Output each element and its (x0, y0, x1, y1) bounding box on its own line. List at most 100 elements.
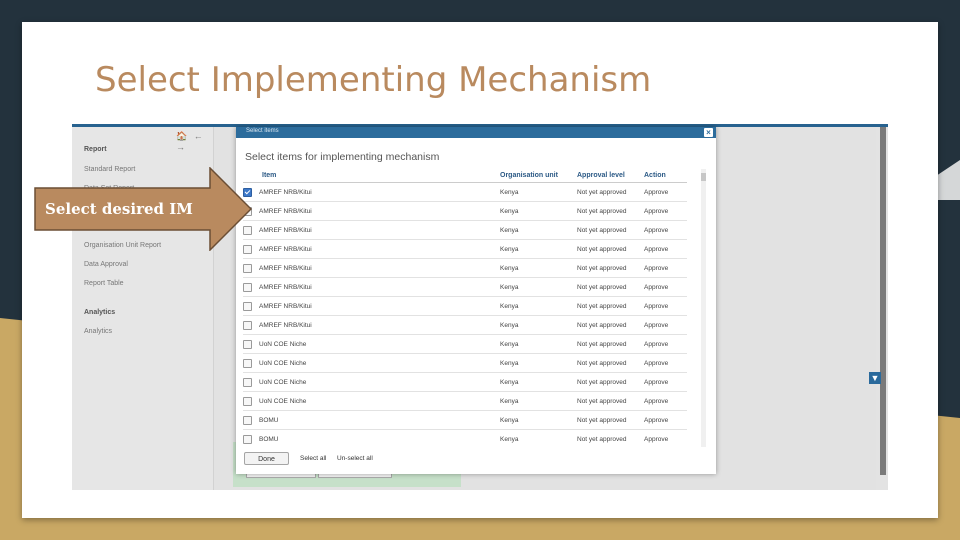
row-checkbox[interactable] (243, 282, 252, 292)
action-cell[interactable]: Approve (644, 353, 687, 373)
approval-level-cell: Not yet approved (577, 410, 644, 430)
table-row[interactable]: AMREF NRB/Kitui Kenya Not yet approved Appr… (243, 296, 687, 316)
action-cell[interactable]: Approve (644, 334, 687, 354)
row-checkbox[interactable] (243, 434, 252, 444)
table-row[interactable]: UoN COE Niche Kenya Not yet approved Approv… (243, 391, 687, 411)
action-cell[interactable]: Approve (644, 220, 687, 240)
action-cell[interactable]: Approve (644, 315, 687, 335)
dialog-heading: Select items for implementing mechanism (245, 151, 440, 163)
item-cell[interactable]: AMREF NRB/Kitui (243, 258, 500, 278)
done-button[interactable]: Done (244, 452, 289, 465)
nav-icons[interactable]: 🏠 ← → (176, 131, 213, 152)
row-checkbox[interactable] (243, 301, 252, 311)
item-cell[interactable]: UoN COE Niche (243, 334, 500, 354)
column-header-action: Action (644, 169, 687, 183)
action-cell[interactable]: Approve (644, 182, 687, 202)
sidebar-item-analytics[interactable]: Analytics (84, 328, 112, 335)
action-cell[interactable]: Approve (644, 277, 687, 297)
table-row[interactable]: AMREF NRB/Kitui Kenya Not yet approved Appr… (243, 220, 687, 240)
dialog-title: Select items (246, 128, 279, 134)
item-cell[interactable]: UoN COE Niche (243, 372, 500, 392)
approval-level-cell: Not yet approved (577, 429, 644, 447)
org-unit-cell: Kenya (500, 201, 577, 221)
unselect-all-link[interactable]: Un-select all (337, 455, 373, 462)
org-unit-cell: Kenya (500, 277, 577, 297)
dialog-titlebar: Select items × (236, 127, 716, 138)
approval-level-cell: Not yet approved (577, 182, 644, 202)
table-row[interactable]: AMREF NRB/Kitui Kenya Not yet approved Appr… (243, 315, 687, 335)
org-unit-cell: Kenya (500, 334, 577, 354)
table-row[interactable]: AMREF NRB/Kitui Kenya Not yet approved Appr… (243, 182, 687, 202)
action-cell[interactable]: Approve (644, 410, 687, 430)
item-name: UoN COE Niche (259, 340, 307, 348)
item-name: UoN COE Niche (259, 397, 307, 405)
item-cell[interactable]: UoN COE Niche (243, 353, 500, 373)
table-row[interactable]: UoN COE Niche Kenya Not yet approved Approv… (243, 372, 687, 392)
row-checkbox[interactable] (243, 263, 252, 273)
row-checkbox[interactable] (243, 320, 252, 330)
select-items-dialog: Select items × Select items for implemen… (236, 127, 716, 474)
approval-level-cell: Not yet approved (577, 372, 644, 392)
item-name: AMREF NRB/Kitui (259, 321, 312, 329)
approval-level-cell: Not yet approved (577, 239, 644, 259)
slide-title: Select Implementing Mechanism (95, 60, 652, 100)
approval-level-cell: Not yet approved (577, 296, 644, 316)
org-unit-cell: Kenya (500, 410, 577, 430)
table-row[interactable]: UoN COE Niche Kenya Not yet approved Approv… (243, 334, 687, 354)
table-row[interactable]: AMREF NRB/Kitui Kenya Not yet approved Appr… (243, 201, 687, 221)
action-cell[interactable]: Approve (644, 372, 687, 392)
column-header-org-unit: Organisation unit (500, 169, 577, 183)
org-unit-cell: Kenya (500, 429, 577, 447)
table-row[interactable]: UoN COE Niche Kenya Not yet approved Approv… (243, 353, 687, 373)
item-cell[interactable]: AMREF NRB/Kitui (243, 296, 500, 316)
item-cell[interactable]: AMREF NRB/Kitui (243, 277, 500, 297)
item-cell[interactable]: AMREF NRB/Kitui (243, 239, 500, 259)
table-row[interactable]: AMREF NRB/Kitui Kenya Not yet approved Appr… (243, 239, 687, 259)
table-row[interactable]: AMREF NRB/Kitui Kenya Not yet approved Appr… (243, 277, 687, 297)
sidebar-item-data-approval[interactable]: Data Approval (84, 261, 128, 268)
item-name: UoN COE Niche (259, 378, 307, 386)
item-name: AMREF NRB/Kitui (259, 226, 312, 234)
item-cell[interactable]: AMREF NRB/Kitui (243, 182, 500, 202)
table-row[interactable]: BOMU Kenya Not yet approved Approve (243, 410, 687, 430)
item-cell[interactable]: AMREF NRB/Kitui (243, 220, 500, 240)
item-name: AMREF NRB/Kitui (259, 207, 312, 215)
row-checkbox[interactable] (243, 396, 252, 406)
item-name: AMREF NRB/Kitui (259, 264, 312, 272)
action-cell[interactable]: Approve (644, 296, 687, 316)
action-cell[interactable]: Approve (644, 201, 687, 221)
list-scrollbar[interactable] (701, 169, 706, 447)
scroll-down-icon[interactable]: ▼ (869, 372, 881, 384)
org-unit-cell: Kenya (500, 182, 577, 202)
sidebar-item-report-table[interactable]: Report Table (84, 280, 124, 287)
org-unit-cell: Kenya (500, 296, 577, 316)
select-all-link[interactable]: Select all (300, 455, 326, 462)
org-unit-cell: Kenya (500, 315, 577, 335)
row-checkbox[interactable] (243, 358, 252, 368)
close-icon[interactable]: × (704, 128, 713, 137)
action-cell[interactable]: Approve (644, 258, 687, 278)
list-scrollbar-thumb[interactable] (701, 173, 706, 181)
table-row[interactable]: BOMU Kenya Not yet approved Approve (243, 429, 687, 447)
item-name: BOMU (259, 435, 279, 443)
sidebar-section-report: Report (84, 146, 107, 153)
item-cell[interactable]: UoN COE Niche (243, 391, 500, 411)
item-cell[interactable]: AMREF NRB/Kitui (243, 315, 500, 335)
approval-level-cell: Not yet approved (577, 220, 644, 240)
action-cell[interactable]: Approve (644, 239, 687, 259)
action-cell[interactable]: Approve (644, 391, 687, 411)
item-name: UoN COE Niche (259, 359, 307, 367)
item-cell[interactable]: BOMU (243, 429, 500, 447)
approval-level-cell: Not yet approved (577, 277, 644, 297)
row-checkbox[interactable] (243, 377, 252, 387)
row-checkbox[interactable] (243, 415, 252, 425)
action-cell[interactable]: Approve (644, 429, 687, 447)
approval-level-cell: Not yet approved (577, 353, 644, 373)
approval-level-cell: Not yet approved (577, 201, 644, 221)
row-checkbox[interactable] (243, 339, 252, 349)
item-cell[interactable]: AMREF NRB/Kitui (243, 201, 500, 221)
page-scrollbar[interactable] (880, 127, 886, 475)
item-cell[interactable]: BOMU (243, 410, 500, 430)
table-row[interactable]: AMREF NRB/Kitui Kenya Not yet approved Appr… (243, 258, 687, 278)
item-name: AMREF NRB/Kitui (259, 283, 312, 291)
